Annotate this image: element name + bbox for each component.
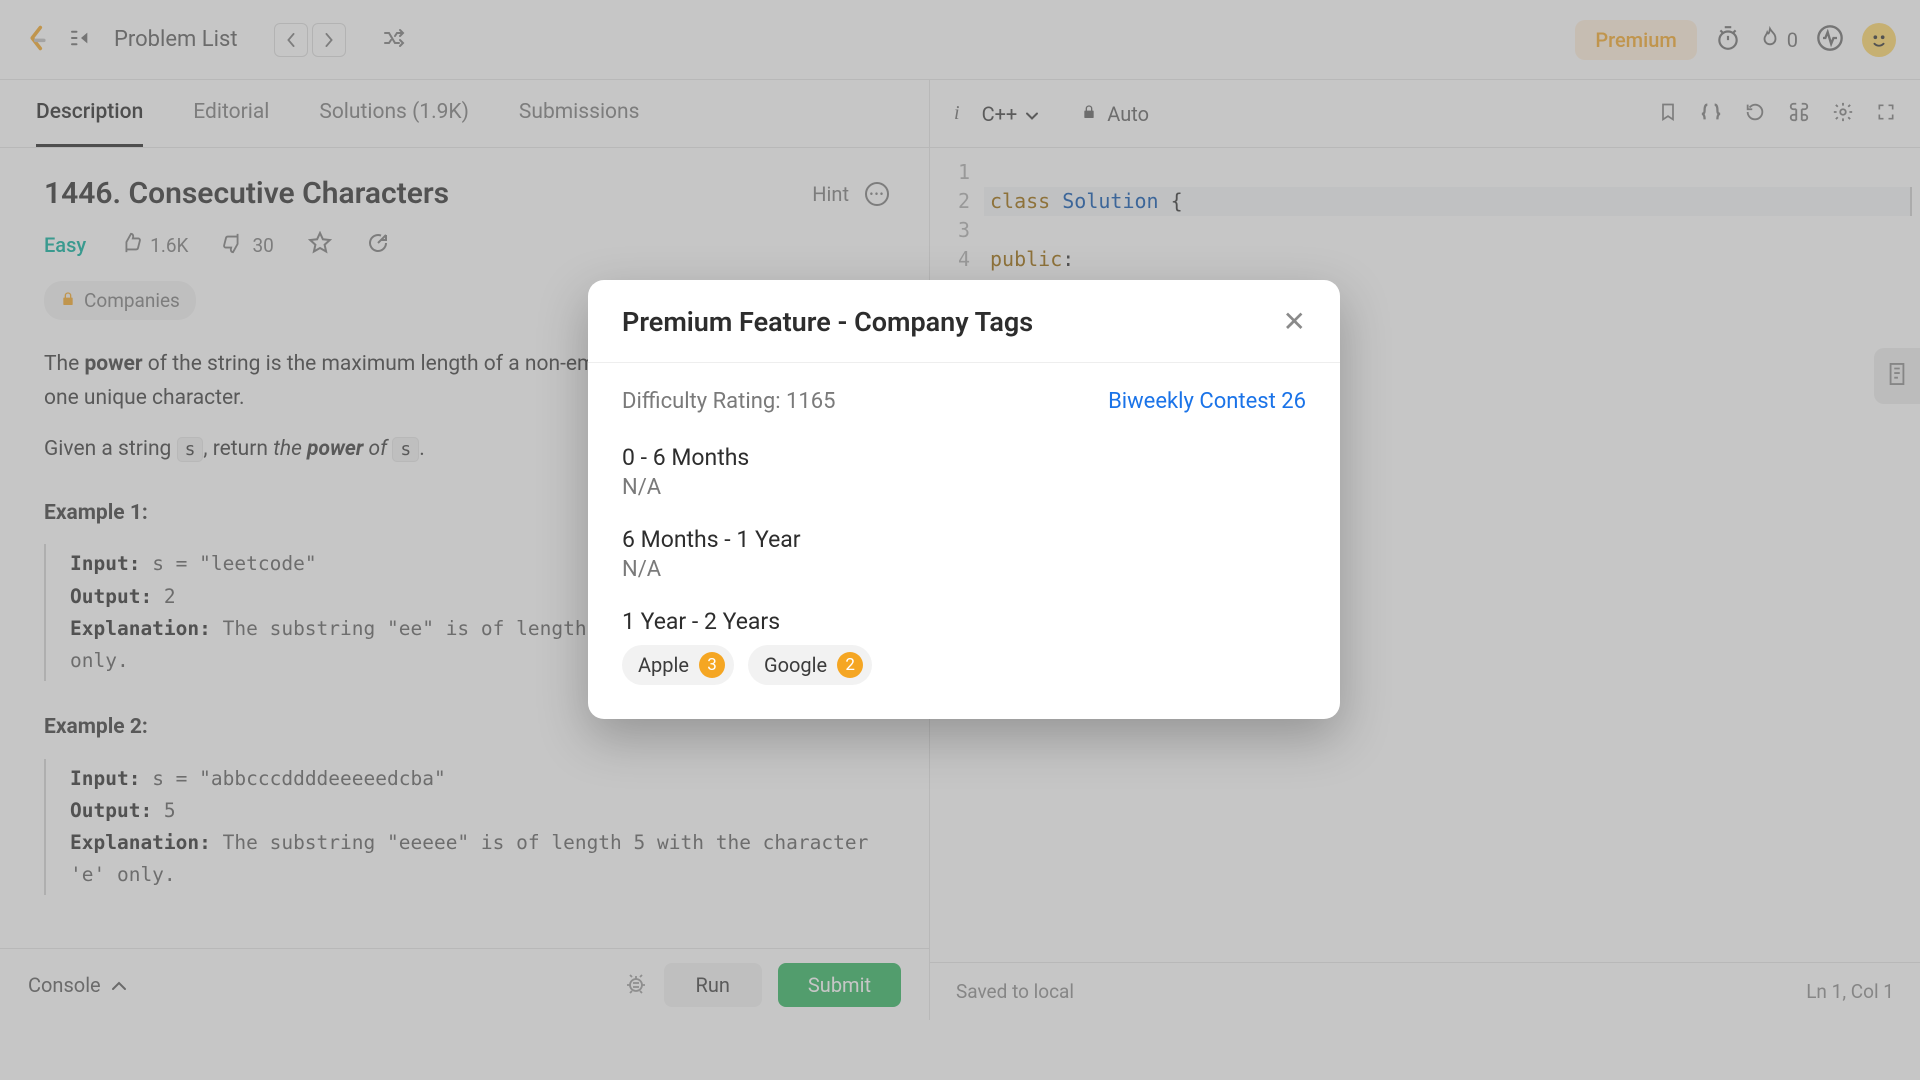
company-tags-modal: Premium Feature - Company Tags ✕ Difficu… [588, 280, 1340, 719]
period-value: N/A [622, 475, 1306, 500]
company-name: Google [764, 653, 827, 677]
period-label: 1 Year - 2 Years [622, 608, 1306, 635]
period-label: 0 - 6 Months [622, 444, 1306, 471]
company-name: Apple [638, 653, 689, 677]
modal-title: Premium Feature - Company Tags [622, 306, 1033, 338]
contest-link[interactable]: Biweekly Contest 26 [1108, 389, 1306, 414]
company-count-badge: 3 [699, 652, 725, 678]
company-chip[interactable]: Apple 3 [622, 645, 734, 685]
period-value: N/A [622, 557, 1306, 582]
close-icon[interactable]: ✕ [1283, 308, 1306, 336]
company-count-badge: 2 [837, 652, 863, 678]
company-chip[interactable]: Google 2 [748, 645, 872, 685]
period-label: 6 Months - 1 Year [622, 526, 1306, 553]
difficulty-rating: Difficulty Rating: 1165 [622, 389, 835, 414]
